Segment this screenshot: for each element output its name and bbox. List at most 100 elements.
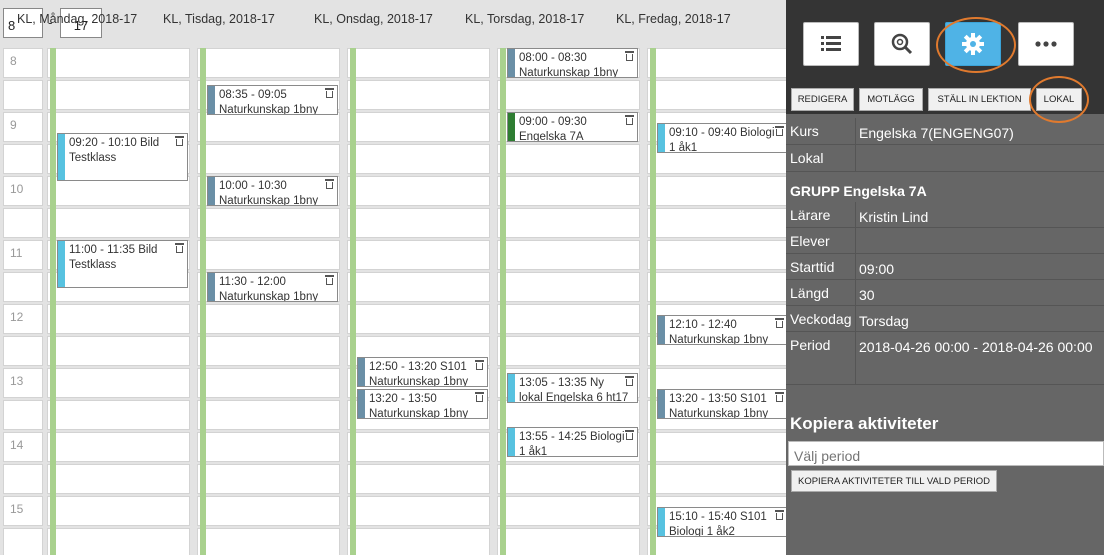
time-slot[interactable] (47, 368, 190, 398)
time-slot[interactable] (347, 528, 490, 555)
time-slot[interactable] (347, 240, 490, 270)
time-slot[interactable] (497, 528, 640, 555)
time-slot[interactable] (347, 496, 490, 526)
time-slot[interactable] (497, 240, 640, 270)
time-slot[interactable] (347, 272, 490, 302)
calendar-event[interactable]: 10:00 - 10:30 Naturkunskap 1bny (207, 176, 338, 206)
time-slot[interactable] (197, 528, 340, 555)
time-slot[interactable] (197, 464, 340, 494)
calendar-event[interactable]: 08:00 - 08:30 Naturkunskap 1bny (507, 48, 638, 78)
trash-icon[interactable] (775, 509, 784, 520)
time-slot[interactable] (347, 80, 490, 110)
time-slot[interactable] (47, 464, 190, 494)
time-slot[interactable] (647, 464, 786, 494)
calendar-event[interactable]: 12:50 - 13:20 S101 Naturkunskap 1bny (357, 357, 488, 388)
calendar-event[interactable]: 11:00 - 11:35 Bild Testklass (57, 240, 188, 288)
calendar-event[interactable]: 08:35 - 09:05 Naturkunskap 1bny (207, 85, 338, 116)
calendar-event[interactable]: 09:20 - 10:10 Bild Testklass (57, 133, 188, 182)
trash-icon[interactable] (625, 50, 634, 61)
time-slot[interactable] (197, 304, 340, 334)
copy-activities-button[interactable]: KOPIERA AKTIVITETER TILL VALD PERIOD (791, 470, 997, 492)
cancel-lesson-button[interactable]: STÄLL IN LEKTION (928, 88, 1031, 111)
trash-icon[interactable] (325, 178, 334, 189)
time-slot[interactable] (47, 400, 190, 430)
time-slot[interactable] (497, 80, 640, 110)
detail-label: Lärare (790, 207, 831, 223)
time-slot[interactable] (497, 336, 640, 366)
time-slot[interactable] (47, 304, 190, 334)
time-slot[interactable] (347, 48, 490, 78)
counter-button[interactable]: MOTLÄGG (859, 88, 923, 111)
calendar-event[interactable]: 13:20 - 13:50 S101 Naturkunskap 1bny (657, 389, 786, 420)
period-select-input[interactable] (788, 441, 1104, 466)
time-slot[interactable] (197, 240, 340, 270)
calendar-event[interactable]: 13:55 - 14:25 Biologi 1 åk1 (507, 426, 638, 457)
trash-icon[interactable] (175, 242, 184, 253)
time-slot[interactable] (197, 400, 340, 430)
time-slot[interactable] (347, 464, 490, 494)
time-slot[interactable] (197, 48, 340, 78)
trash-icon[interactable] (475, 391, 484, 403)
calendar-event[interactable]: 12:10 - 12:40 Naturkunskap 1bny (657, 314, 786, 345)
time-slot[interactable] (647, 80, 786, 110)
time-slot[interactable] (497, 176, 640, 206)
trash-icon[interactable] (325, 87, 334, 99)
time-slot[interactable] (47, 496, 190, 526)
time-slot[interactable] (347, 176, 490, 206)
trash-icon[interactable] (625, 114, 634, 125)
time-slot[interactable] (347, 112, 490, 142)
trash-icon[interactable] (775, 125, 784, 136)
calendar-event[interactable]: 15:10 - 15:40 S101 Biologi 1 åk2 (657, 506, 786, 537)
time-slot[interactable] (47, 432, 190, 462)
more-icon (1035, 41, 1057, 47)
time-slot[interactable] (497, 464, 640, 494)
time-slot[interactable] (647, 240, 786, 270)
calendar-event[interactable]: 13:05 - 13:35 Ny lokal Engelska 6 ht17 (507, 373, 638, 404)
time-slot[interactable] (47, 208, 190, 238)
time-slot[interactable] (497, 304, 640, 334)
time-slot[interactable] (47, 336, 190, 366)
calendar-event[interactable]: 09:00 - 09:30 Engelska 7A (507, 112, 638, 142)
hour-label: 15 (3, 496, 43, 526)
time-slot[interactable] (197, 368, 340, 398)
time-slot[interactable] (647, 272, 786, 302)
group-detail-row: Period 2018-04-26 00:00 - 2018-04-26 00:0… (786, 332, 1104, 385)
time-slot[interactable] (497, 144, 640, 174)
time-slot[interactable] (347, 432, 490, 462)
time-slot[interactable] (197, 496, 340, 526)
trash-icon[interactable] (175, 135, 184, 147)
event-name: 1 åk1 (669, 141, 698, 153)
trash-icon[interactable] (775, 391, 784, 403)
trash-icon[interactable] (325, 274, 334, 285)
time-slot[interactable] (347, 304, 490, 334)
time-slot[interactable] (647, 432, 786, 462)
time-slot[interactable] (47, 80, 190, 110)
list-view-button[interactable] (803, 22, 859, 66)
trash-icon[interactable] (625, 375, 634, 387)
calendar-event[interactable]: 09:10 - 09:40 Biologi 1 åk1 (657, 122, 786, 153)
time-slot[interactable] (47, 528, 190, 555)
trash-icon[interactable] (475, 359, 484, 371)
time-slot[interactable] (197, 336, 340, 366)
edit-button[interactable]: REDIGERA (791, 88, 854, 111)
trash-icon[interactable] (625, 429, 634, 440)
more-options-button[interactable] (1018, 22, 1074, 66)
calendar-event[interactable]: 11:30 - 12:00 Naturkunskap 1bny (207, 272, 338, 302)
time-slot[interactable] (647, 176, 786, 206)
time-slot[interactable] (197, 208, 340, 238)
time-slot[interactable] (497, 496, 640, 526)
time-slot[interactable] (197, 112, 340, 142)
time-slot[interactable] (197, 144, 340, 174)
time-slot[interactable] (347, 208, 490, 238)
time-slot[interactable] (647, 208, 786, 238)
zoom-button[interactable] (874, 22, 930, 66)
time-slot[interactable] (497, 208, 640, 238)
time-slot[interactable] (497, 400, 640, 430)
time-slot[interactable] (197, 432, 340, 462)
time-slot[interactable] (497, 272, 640, 302)
time-slot[interactable] (47, 48, 190, 78)
calendar-event[interactable]: 13:20 - 13:50 Naturkunskap 1bny (357, 389, 488, 420)
time-slot[interactable] (647, 48, 786, 78)
time-slot[interactable] (347, 144, 490, 174)
trash-icon[interactable] (775, 317, 784, 328)
